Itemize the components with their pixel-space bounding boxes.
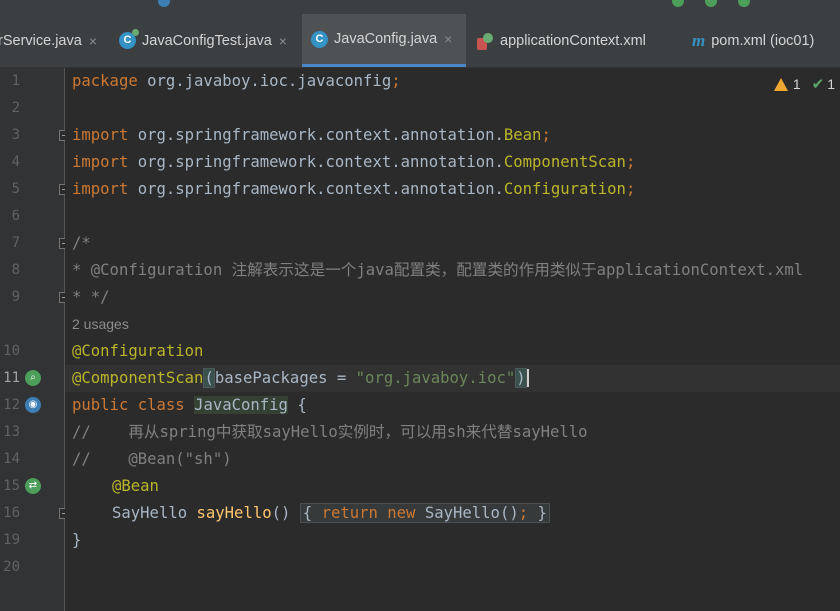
spring-xml-icon [476,32,494,50]
line-number: 7 [11,235,20,251]
folded-block[interactable]: { return new SayHello(); } [299,503,550,523]
tab-application-context[interactable]: applicationContext.xml [476,14,684,67]
line-number-gutter[interactable]: 1 2 3 4 5 6 7 8 9 10 11 12 13 14 15 16 1… [0,68,69,611]
line-number: 13 [3,424,20,440]
code-line: public class JavaConfig { [72,396,307,414]
check-icon: ✔ [811,76,825,93]
close-icon[interactable]: × [279,33,287,49]
code-line: package org.javaboy.ioc.javaconfig; [72,72,401,90]
passed-count: 1 [827,76,835,92]
tab-user-service[interactable]: rService.java × [0,14,106,67]
title-toolbar-strip [0,0,840,14]
line-number: 11 [3,370,20,386]
spring-bean-config-icon[interactable]: ◉ [25,397,41,413]
code-line: import org.springframework.context.annot… [72,153,636,171]
line-number: 3 [11,127,20,143]
code-line: import org.springframework.context.annot… [72,180,636,198]
editor-tab-bar: rService.java × C JavaConfigTest.java × … [0,14,840,68]
spring-bean-navigate-icon[interactable]: ⇄ [25,478,41,494]
code-editor[interactable]: 1 ✔ 1 package org.javaboy.ioc.javaconfig… [65,68,840,611]
line-number: 8 [11,262,20,278]
code-line: } [72,531,82,549]
java-class-icon: C [311,30,328,48]
code-line: @ComponentScan(basePackages = "org.javab… [72,365,529,392]
close-icon[interactable]: × [444,31,452,47]
line-number: 15 [3,478,20,494]
tab-label: applicationContext.xml [500,32,646,49]
java-test-class-icon: C [119,29,139,49]
line-number: 9 [11,289,20,305]
code-line: // @Bean("sh") [72,450,232,468]
warning-count: 1 [792,76,801,92]
line-number: 16 [3,505,20,521]
line-number: 4 [11,154,20,170]
code-line: @Bean [112,477,159,495]
toolbar-run-icon[interactable] [158,0,170,7]
spring-component-scan-icon[interactable]: ⌕ [25,370,41,386]
code-line: * @Configuration 注解表示这是一个java配置类，配置类的作用类… [72,261,804,279]
maven-icon: m [692,30,706,50]
tab-javaconfigtest[interactable]: C JavaConfigTest.java × [119,14,301,67]
toolbar-build-icon[interactable] [672,0,684,7]
code-line: * */ [72,288,110,306]
tab-pom-xml[interactable]: m pom.xml (ioc01) [692,14,840,67]
tab-javaconfig[interactable]: C JavaConfig.java × [302,14,466,67]
warning-icon [773,77,788,91]
tab-label: rService.java [0,32,82,49]
code-line: import org.springframework.context.annot… [72,126,551,144]
line-number: 19 [3,532,20,548]
line-number: 5 [11,181,20,197]
inspection-widget[interactable]: 1 ✔ 1 [773,75,835,93]
code-line: @Configuration [72,342,204,360]
toolbar-coverage-icon[interactable] [738,0,750,7]
code-line: SayHello sayHello() { return new SayHell… [112,500,550,527]
line-number: 1 [11,73,20,89]
line-number: 14 [3,451,20,467]
line-number: 2 [11,100,20,116]
line-number: 12 [3,397,20,413]
line-number: 10 [3,343,20,359]
code-line: // 再从spring中获取sayHello实例时，可以用sh来代替sayHel… [72,423,588,441]
code-line: /* [72,234,91,252]
usages-hint[interactable]: 2 usages [72,311,129,338]
toolbar-debug-icon[interactable] [705,0,717,7]
close-icon[interactable]: × [89,33,97,49]
tab-label: pom.xml (ioc01) [711,32,815,49]
line-number: 6 [11,208,20,224]
line-number: 20 [3,559,20,575]
tab-label: JavaConfigTest.java [142,32,272,49]
tab-label: JavaConfig.java [334,31,438,47]
